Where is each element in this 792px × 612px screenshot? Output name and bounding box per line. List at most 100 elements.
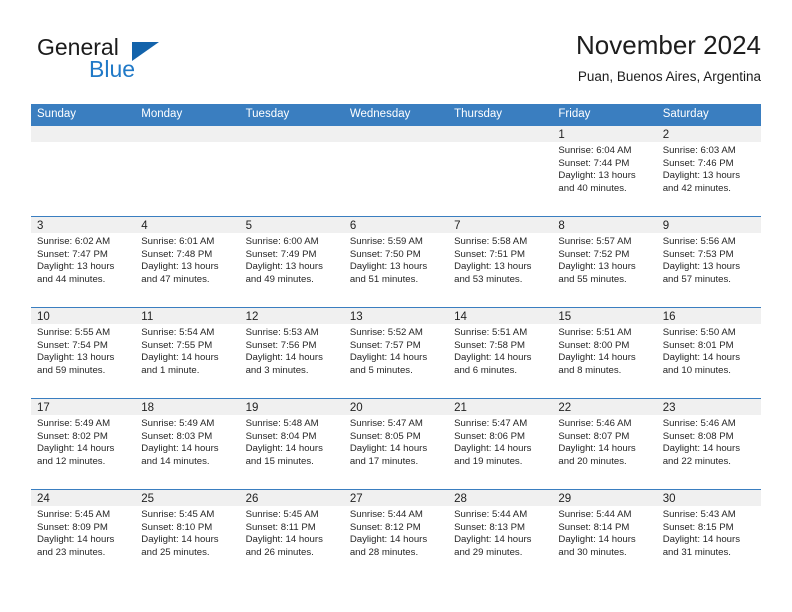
daylight-duration-line1: Daylight: 13 hours xyxy=(141,261,219,273)
sunset-time: Sunset: 8:09 PM xyxy=(37,521,108,533)
daylight-duration-line2: and 44 minutes. xyxy=(37,273,106,285)
day-number xyxy=(343,126,449,142)
day-number: 16 xyxy=(656,308,761,324)
daylight-duration-line1: Daylight: 13 hours xyxy=(37,261,115,273)
daylight-duration-line2: and 29 minutes. xyxy=(454,546,523,558)
calendar-day-cell[interactable]: 24 Sunrise: 5:45 AM Sunset: 8:09 PM Dayligh… xyxy=(31,489,136,580)
day-number: 28 xyxy=(448,490,553,506)
day-number xyxy=(31,126,136,142)
calendar-day-cell[interactable]: 14 Sunrise: 5:51 AM Sunset: 7:58 PM Dayligh… xyxy=(448,307,553,399)
calendar-day-cell[interactable]: 21 Sunrise: 5:47 AM Sunset: 8:06 PM Dayligh… xyxy=(448,398,553,490)
calendar-day-cell[interactable]: 13 Sunrise: 5:52 AM Sunset: 7:57 PM Dayligh… xyxy=(343,307,449,399)
calendar-body: 1 Sunrise: 6:04 AM Sunset: 7:44 PM Daylight… xyxy=(31,125,761,580)
calendar-day-cell[interactable]: 2 Sunrise: 6:03 AM Sunset: 7:46 PM Daylight… xyxy=(656,125,761,217)
day-number: 30 xyxy=(656,490,761,506)
day-number: 20 xyxy=(343,399,449,415)
calendar-day-cell[interactable]: 18 Sunrise: 5:49 AM Sunset: 8:03 PM Dayligh… xyxy=(135,398,240,490)
calendar-day-cell[interactable]: 20 Sunrise: 5:47 AM Sunset: 8:05 PM Dayligh… xyxy=(343,398,449,490)
calendar-day-cell[interactable]: 27 Sunrise: 5:44 AM Sunset: 8:12 PM Dayligh… xyxy=(343,489,449,580)
sunset-time: Sunset: 7:55 PM xyxy=(141,339,213,351)
calendar-day-cell[interactable]: 17 Sunrise: 5:49 AM Sunset: 8:02 PM Dayligh… xyxy=(31,398,136,490)
logo-general-blue[interactable]: General Blue xyxy=(31,34,231,88)
calendar-week-row: 17 Sunrise: 5:49 AM Sunset: 8:02 PM Dayligh… xyxy=(31,398,761,490)
daylight-duration-line1: Daylight: 14 hours xyxy=(349,534,428,546)
sunrise-time: Sunrise: 6:03 AM xyxy=(662,145,736,156)
calendar-day-cell[interactable]: 30 Sunrise: 5:43 AM Sunset: 8:15 PM Dayligh… xyxy=(656,489,761,580)
sunrise-time: Sunrise: 5:44 AM xyxy=(349,509,423,520)
sunset-time: Sunset: 7:49 PM xyxy=(245,248,317,260)
daylight-duration-line2: and 3 minutes. xyxy=(245,364,309,376)
day-details: Sunrise: 6:00 AM Sunset: 7:49 PM Daylight:… xyxy=(240,233,344,286)
sunrise-time: Sunrise: 5:53 AM xyxy=(245,327,319,338)
sunset-time: Sunset: 8:00 PM xyxy=(558,339,630,351)
calendar-day-cell[interactable]: 3 Sunrise: 6:02 AM Sunset: 7:47 PM Daylight… xyxy=(31,216,136,308)
calendar-week-row: 1 Sunrise: 6:04 AM Sunset: 7:44 PM Daylight… xyxy=(31,125,761,217)
day-number: 7 xyxy=(448,217,553,233)
calendar-day-cell[interactable]: 26 Sunrise: 5:45 AM Sunset: 8:11 PM Dayligh… xyxy=(239,489,344,580)
daylight-duration-line1: Daylight: 13 hours xyxy=(349,261,428,273)
calendar-header-row: Sunday Monday Tuesday Wednesday Thursday… xyxy=(31,104,761,126)
daylight-duration-line1: Daylight: 14 hours xyxy=(454,443,532,455)
daylight-duration-line2: and 53 minutes. xyxy=(454,273,523,285)
sunrise-time: Sunrise: 5:57 AM xyxy=(558,236,632,247)
day-number: 29 xyxy=(552,490,657,506)
sunset-time: Sunset: 8:15 PM xyxy=(662,521,734,533)
calendar-day-cell[interactable]: 5 Sunrise: 6:00 AM Sunset: 7:49 PM Daylight… xyxy=(239,216,344,308)
calendar-day-cell[interactable]: 19 Sunrise: 5:48 AM Sunset: 8:04 PM Dayligh… xyxy=(239,398,344,490)
page-header: General Blue November 2024 Puan, Buenos … xyxy=(31,28,761,98)
calendar-day-cell[interactable]: 9 Sunrise: 5:56 AM Sunset: 7:53 PM Daylight… xyxy=(656,216,761,308)
day-number: 27 xyxy=(343,490,449,506)
daylight-duration-line2: and 15 minutes. xyxy=(245,455,314,467)
sunrise-time: Sunrise: 5:49 AM xyxy=(141,418,215,429)
day-number: 11 xyxy=(135,308,240,324)
calendar-day-cell[interactable]: 4 Sunrise: 6:01 AM Sunset: 7:48 PM Daylight… xyxy=(135,216,240,308)
sunrise-time: Sunrise: 5:44 AM xyxy=(558,509,632,520)
calendar-day-cell[interactable]: 28 Sunrise: 5:44 AM Sunset: 8:13 PM Dayligh… xyxy=(448,489,553,580)
day-details: Sunrise: 6:01 AM Sunset: 7:48 PM Daylight:… xyxy=(135,233,239,286)
calendar-day-cell[interactable]: 8 Sunrise: 5:57 AM Sunset: 7:52 PM Daylight… xyxy=(552,216,657,308)
sunset-time: Sunset: 8:13 PM xyxy=(454,521,526,533)
calendar-day-cell[interactable]: 6 Sunrise: 5:59 AM Sunset: 7:50 PM Daylight… xyxy=(343,216,449,308)
calendar-day-cell[interactable]: 15 Sunrise: 5:51 AM Sunset: 8:00 PM Dayligh… xyxy=(552,307,657,399)
calendar-day-cell[interactable]: 25 Sunrise: 5:45 AM Sunset: 8:10 PM Dayligh… xyxy=(135,489,240,580)
sunset-time: Sunset: 8:02 PM xyxy=(37,430,108,442)
daylight-duration-line2: and 6 minutes. xyxy=(454,364,518,376)
day-details: Sunrise: 6:02 AM Sunset: 7:47 PM Daylight:… xyxy=(31,233,135,286)
calendar-day-cell[interactable]: 10 Sunrise: 5:55 AM Sunset: 7:54 PM Dayligh… xyxy=(31,307,136,399)
sunset-time: Sunset: 7:48 PM xyxy=(141,248,213,260)
calendar-day-cell[interactable]: 23 Sunrise: 5:46 AM Sunset: 8:08 PM Dayligh… xyxy=(656,398,761,490)
day-details: Sunrise: 5:45 AM Sunset: 8:11 PM Daylight:… xyxy=(240,506,344,559)
daylight-duration-line2: and 19 minutes. xyxy=(454,455,523,467)
calendar-day-cell[interactable]: 11 Sunrise: 5:54 AM Sunset: 7:55 PM Dayligh… xyxy=(135,307,240,399)
day-number: 26 xyxy=(239,490,344,506)
calendar-day-cell[interactable]: 1 Sunrise: 6:04 AM Sunset: 7:44 PM Daylight… xyxy=(552,125,657,217)
day-number: 22 xyxy=(552,399,657,415)
daylight-duration-line2: and 59 minutes. xyxy=(37,364,106,376)
day-details: Sunrise: 5:51 AM Sunset: 7:58 PM Daylight:… xyxy=(448,324,552,377)
sunrise-time: Sunrise: 6:01 AM xyxy=(141,236,215,247)
calendar-day-cell[interactable]: 22 Sunrise: 5:46 AM Sunset: 8:07 PM Dayligh… xyxy=(552,398,657,490)
daylight-duration-line2: and 47 minutes. xyxy=(141,273,210,285)
daylight-duration-line1: Daylight: 13 hours xyxy=(662,261,741,273)
daylight-duration-line1: Daylight: 14 hours xyxy=(245,352,323,364)
calendar-day-cell[interactable]: 29 Sunrise: 5:44 AM Sunset: 8:14 PM Dayligh… xyxy=(552,489,657,580)
day-number: 17 xyxy=(31,399,136,415)
daylight-duration-line2: and 14 minutes. xyxy=(141,455,210,467)
day-details: Sunrise: 5:56 AM Sunset: 7:53 PM Daylight:… xyxy=(657,233,761,286)
calendar-day-cell[interactable]: 16 Sunrise: 5:50 AM Sunset: 8:01 PM Dayligh… xyxy=(656,307,761,399)
day-number: 2 xyxy=(656,126,761,142)
day-number: 23 xyxy=(656,399,761,415)
sunrise-time: Sunrise: 5:44 AM xyxy=(454,509,528,520)
calendar-day-cell[interactable]: 12 Sunrise: 5:53 AM Sunset: 7:56 PM Dayligh… xyxy=(239,307,344,399)
daylight-duration-line2: and 20 minutes. xyxy=(558,455,627,467)
sunset-time: Sunset: 7:58 PM xyxy=(454,339,526,351)
day-details: Sunrise: 5:51 AM Sunset: 8:00 PM Daylight:… xyxy=(552,324,656,377)
daylight-duration-line1: Daylight: 14 hours xyxy=(454,352,532,364)
calendar-day-cell[interactable]: 7 Sunrise: 5:58 AM Sunset: 7:51 PM Daylight… xyxy=(448,216,553,308)
weekday-header-friday: Friday xyxy=(552,104,657,126)
sunset-time: Sunset: 8:06 PM xyxy=(454,430,526,442)
sunset-time: Sunset: 7:50 PM xyxy=(349,248,421,260)
daylight-duration-line1: Daylight: 14 hours xyxy=(454,534,532,546)
sunrise-time: Sunrise: 5:51 AM xyxy=(558,327,632,338)
daylight-duration-line2: and 1 minute. xyxy=(141,364,200,376)
